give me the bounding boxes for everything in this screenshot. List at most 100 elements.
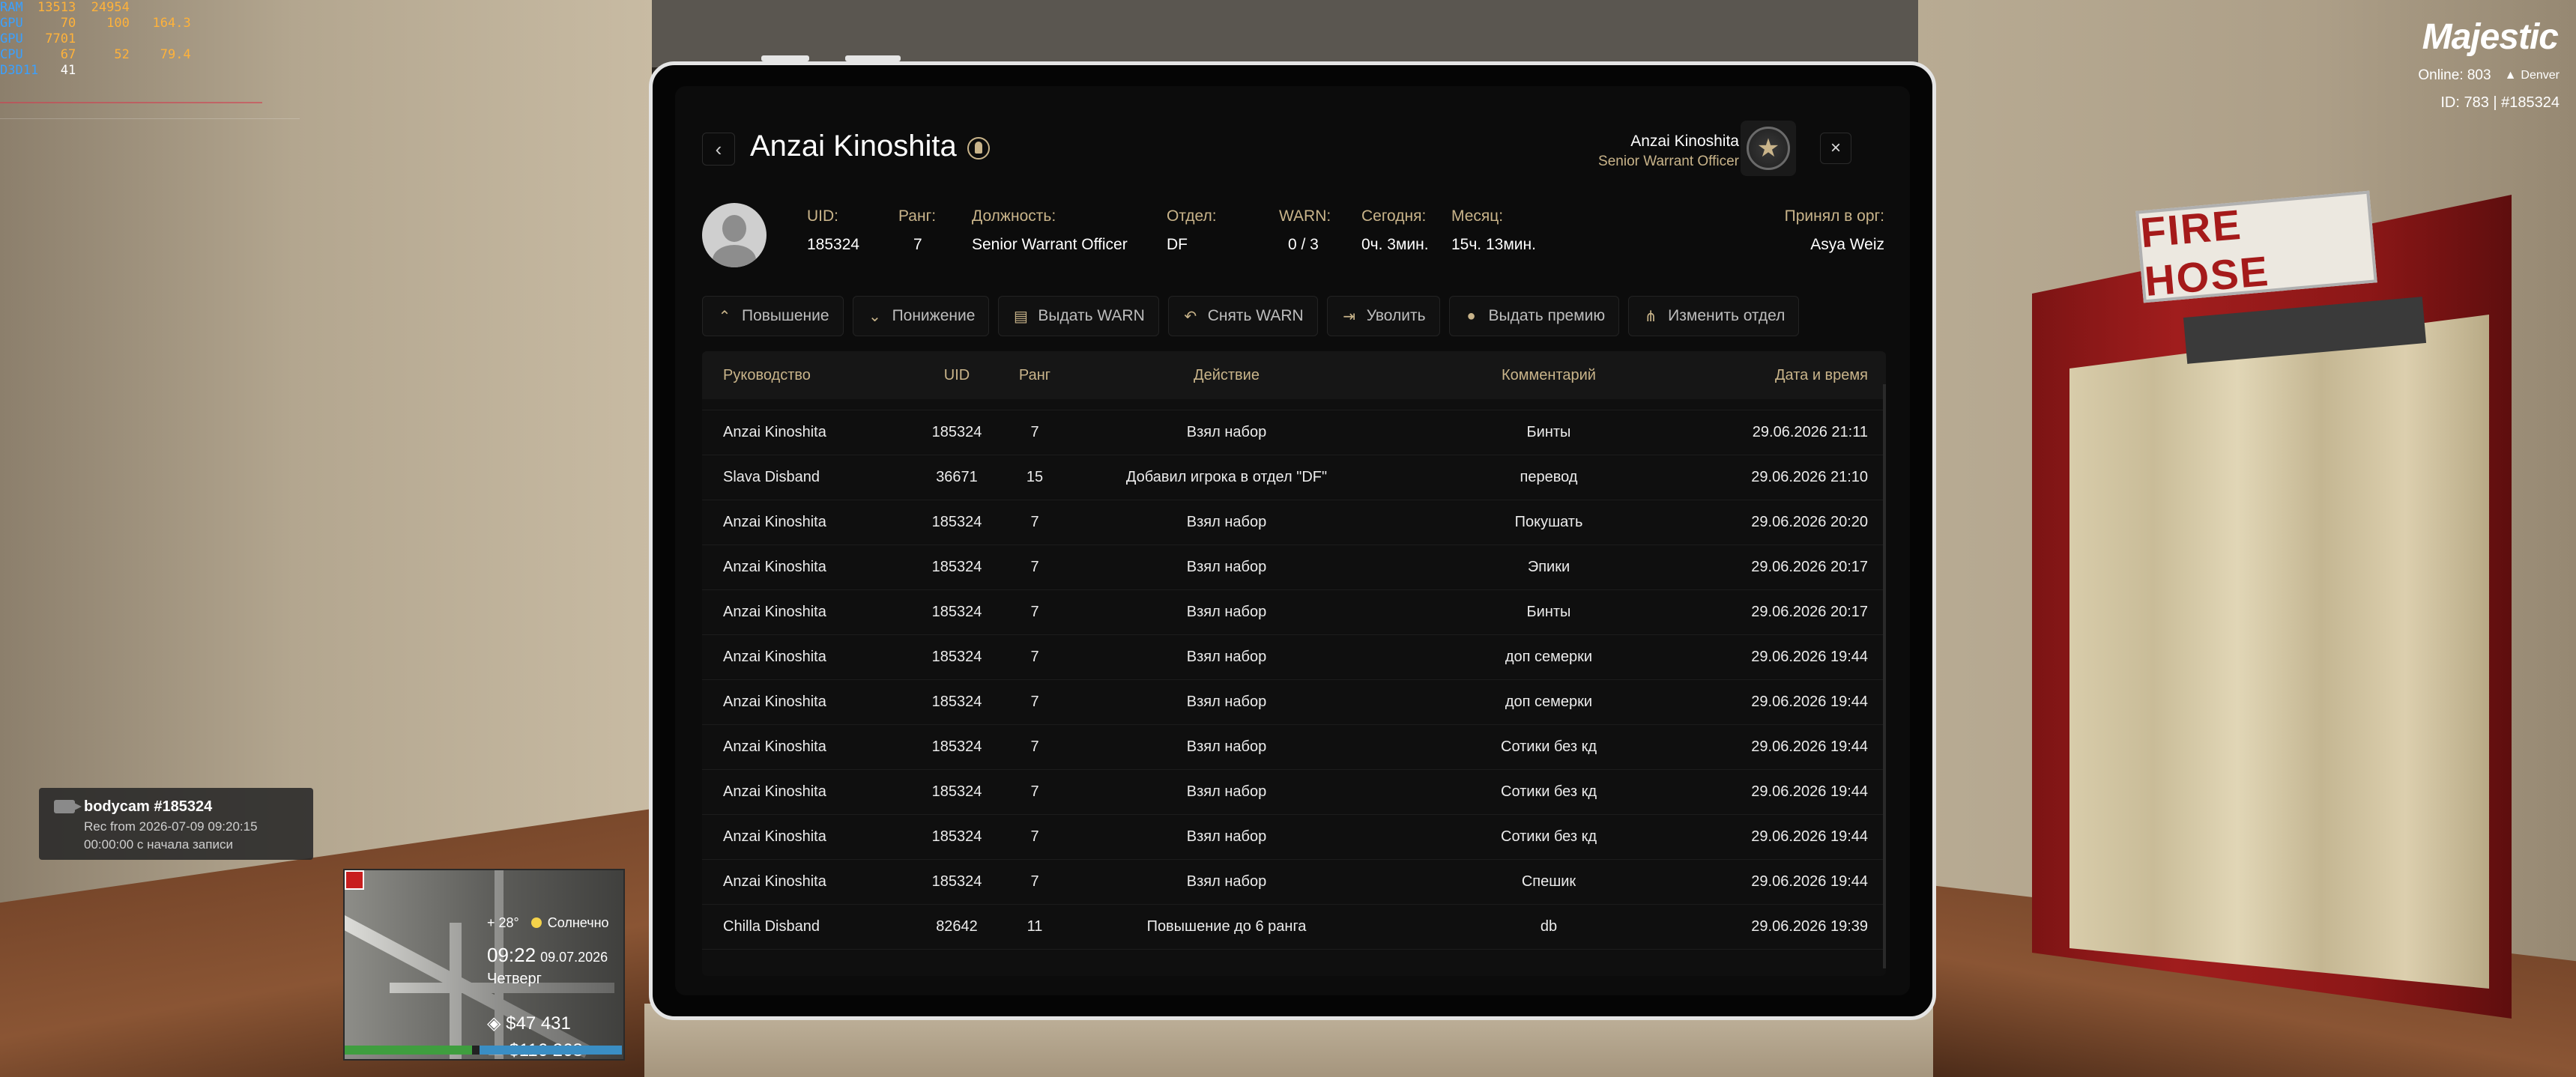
button-label: Понижение	[892, 307, 976, 324]
button-label: Изменить отдел	[1668, 307, 1786, 324]
table-cell: 29.06.2026 21:10	[1751, 468, 1868, 485]
info-label: Сегодня:	[1361, 207, 1427, 225]
table-scrollbar[interactable]	[1883, 384, 1886, 968]
info-month: Месяц: 15ч. 13мин.	[1451, 207, 1536, 254]
log-table-body[interactable]: Anzai Kinoshita 185324 7 Взял набор Покушать…	[702, 384, 1886, 976]
table-cell: 7	[1030, 828, 1039, 845]
table-cell: 29.06.2026 21:11	[1752, 423, 1868, 440]
close-button[interactable]: ×	[1820, 133, 1851, 164]
table-cell: 7	[1030, 423, 1039, 440]
info-label: Принял в орг:	[1784, 207, 1884, 225]
table-cell: 185324	[931, 693, 982, 710]
button-label: Повышение	[742, 307, 829, 324]
cash-balance: ◈ $47 431	[487, 1013, 571, 1034]
table-cell: 7	[1030, 648, 1039, 665]
hierarchy-icon: ⋔	[1644, 308, 1657, 325]
undo-icon: ↶	[1184, 308, 1197, 325]
temperature: + 28°	[487, 915, 519, 930]
table-cell: Взял набор	[1186, 603, 1267, 620]
table-row: Anzai Kinoshita 185324 7 Взял набор Сотики б…	[702, 814, 1886, 860]
table-cell: Anzai Kinoshita	[723, 783, 826, 800]
clock-time: 09:22	[487, 944, 536, 966]
table-row: Anzai Kinoshita 185324 7 Взял набор Сотики б…	[702, 769, 1886, 815]
info-value: 15ч. 13мин.	[1451, 236, 1536, 253]
table-cell: Chilla Disband	[723, 917, 820, 935]
member-profile-screen: ‹ Anzai Kinoshita Anzai Kinoshita Senior…	[675, 86, 1910, 995]
server-logo: Majestic	[2422, 17, 2559, 57]
table-cell: Anzai Kinoshita	[723, 738, 826, 755]
table-cell: 185324	[931, 873, 982, 890]
info-value: 0 / 3	[1288, 236, 1319, 253]
minimap: + 28° Солнечно 09:22 09.07.2026 Четверг ◈ …	[343, 869, 625, 1061]
server-city: ▲ Denver	[2505, 69, 2560, 82]
column-header: Дата и время	[1774, 366, 1868, 383]
give-bonus-button[interactable]: ● Выдать премию	[1448, 296, 1620, 336]
change-department-button[interactable]: ⋔ Изменить отдел	[1628, 296, 1800, 336]
table-row: Anzai Kinoshita 185324 7 Взял набор Бинты 29.…	[702, 589, 1886, 635]
tablet: ‹ Anzai Kinoshita Anzai Kinoshita Senior…	[649, 61, 1936, 1020]
tablet-button	[761, 55, 809, 61]
info-label: Месяц:	[1451, 207, 1504, 225]
perf-label: GPU	[0, 16, 23, 31]
table-row: Anzai Kinoshita 185324 7 Взял набор Покушать…	[702, 500, 1886, 545]
give-warn-button[interactable]: ▤ Выдать WARN	[998, 296, 1159, 336]
frametime-graph	[0, 88, 300, 119]
table-row: Anzai Kinoshita 185324 7 Взял набор Спешик 29…	[702, 859, 1886, 905]
weekday: Четверг	[487, 971, 542, 987]
table-cell: Спешик	[1521, 873, 1576, 890]
perf-values: 70 100 164.3	[37, 16, 191, 31]
perf-row: GPU 70 100 164.3	[0, 16, 191, 31]
current-user-rank: Senior Warrant Officer	[1598, 154, 1739, 169]
table-cell: Эпики	[1527, 558, 1570, 575]
table-cell: 29.06.2026 19:44	[1751, 648, 1868, 665]
table-cell: 185324	[931, 558, 982, 575]
perf-values: 67 52 79.4	[37, 47, 191, 62]
button-label: Снять WARN	[1207, 307, 1304, 324]
table-cell: 7	[1030, 738, 1039, 755]
info-position: Должность: Senior Warrant Officer	[972, 207, 1128, 254]
table-row: Anzai Kinoshita 185324 7 Взял набор Бинты 29.…	[702, 410, 1886, 455]
org-badge: ★	[1741, 121, 1796, 176]
coin-icon: ●	[1466, 307, 1476, 324]
table-cell: Бинты	[1526, 603, 1571, 620]
warn-doc-icon: ▤	[1013, 308, 1028, 325]
avatar	[702, 203, 767, 267]
table-cell: Anzai Kinoshita	[723, 693, 826, 710]
dismiss-button[interactable]: ⇥ Уволить	[1326, 296, 1440, 336]
person-badge-icon	[967, 137, 990, 160]
log-table: Anzai Kinoshita 185324 7 Взял набор Покушать…	[702, 351, 1886, 976]
star-icon: ★	[1747, 127, 1790, 170]
table-cell: доп семерки	[1505, 648, 1593, 665]
column-header: UID	[943, 366, 970, 383]
table-cell: 29.06.2026 20:17	[1751, 603, 1868, 620]
table-cell: Взял набор	[1186, 738, 1267, 755]
current-user: Anzai Kinoshita Senior Warrant Officer	[1598, 133, 1739, 170]
demote-button[interactable]: ⌄ Понижение	[852, 296, 990, 336]
page-title: Anzai Kinoshita	[750, 130, 957, 163]
button-label: Уволить	[1366, 307, 1426, 324]
current-user-name: Anzai Kinoshita	[1630, 133, 1739, 150]
table-cell: Anzai Kinoshita	[723, 513, 826, 530]
table-cell: 7	[1030, 693, 1039, 710]
info-label: Ранг:	[898, 207, 937, 225]
camera-icon	[54, 800, 82, 813]
city-name: Denver	[2521, 69, 2560, 82]
table-cell: 185324	[931, 738, 982, 755]
ceiling	[450, 0, 2098, 67]
table-row: Anzai Kinoshita 185324 7 Взял набор доп семе…	[702, 679, 1886, 725]
promote-button[interactable]: ⌃ Повышение	[702, 296, 844, 336]
column-header: Ранг	[1018, 366, 1051, 383]
chevron-down-icon: ⌄	[868, 308, 881, 325]
table-cell: 29.06.2026 19:44	[1751, 738, 1868, 755]
health-bar	[345, 1046, 472, 1055]
table-cell: 185324	[931, 783, 982, 800]
remove-warn-button[interactable]: ↶ Снять WARN	[1167, 296, 1318, 336]
table-cell: 7	[1030, 603, 1039, 620]
info-label: WARN:	[1279, 207, 1331, 225]
table-cell: 7	[1030, 873, 1039, 890]
perf-values: 13513 24954	[37, 0, 130, 15]
table-cell: 15	[1026, 468, 1044, 485]
table-cell: Взял набор	[1186, 873, 1267, 890]
log-table-header: Руководство UID Ранг Действие Комментари…	[702, 351, 1886, 399]
back-button[interactable]: ‹	[702, 133, 735, 166]
